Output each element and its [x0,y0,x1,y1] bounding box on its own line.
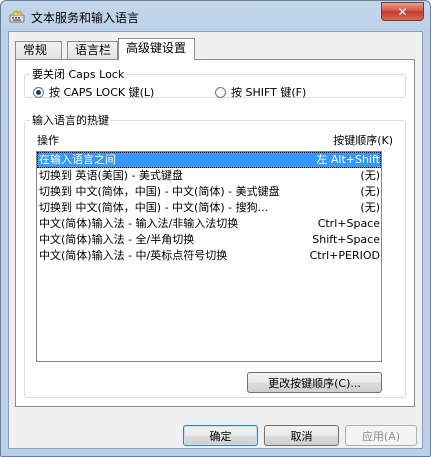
key-sequence-column-header: 按键顺序(K) [333,134,393,147]
list-item[interactable]: 切换到 英语(美国) - 美式键盘 (无) [37,168,381,184]
list-item[interactable]: 切换到 中文(简体，中国) - 中文(简体) - 搜狗... (无) [37,200,381,216]
dialog-window: 文本服务和输入语言 ✕ 常规 语言栏 高级键设置 要关闭 Caps Lock 按… [0,0,431,457]
tab-advanced-key-settings[interactable]: 高级键设置 [118,38,195,60]
action-column-header: 操作 [37,134,59,147]
tab-general[interactable]: 常规 [15,41,62,59]
dialog-client-area: 常规 语言栏 高级键设置 要关闭 Caps Lock 按 CAPS LOCK 键… [8,31,423,449]
window-title: 文本服务和输入语言 [31,11,140,25]
change-key-sequence-button[interactable]: 更改按键顺序(C)... [247,372,382,393]
shift-key-option[interactable]: 按 SHIFT 键(F) [215,84,306,100]
close-button[interactable]: ✕ [381,2,424,21]
close-icon: ✕ [397,4,408,19]
caps-lock-key-option[interactable]: 按 CAPS LOCK 键(L) [33,84,154,100]
radio-unchecked-icon[interactable] [215,86,226,98]
shift-key-label: 按 SHIFT 键(F) [231,86,307,99]
list-item[interactable]: 在输入语言之间 左 Alt+Shift [37,152,381,168]
title-bar[interactable]: 文本服务和输入语言 ✕ [1,1,430,31]
hotkeys-column-headers: 操作 按键顺序(K) [37,132,393,147]
caps-lock-key-label: 按 CAPS LOCK 键(L) [49,86,155,99]
radio-checked-icon[interactable] [33,86,44,98]
tab-language-bar[interactable]: 语言栏 [67,41,118,59]
list-item[interactable]: 切换到 中文(简体，中国) - 中文(简体) - 美式键盘 (无) [37,184,381,200]
cancel-button[interactable]: 取消 [264,425,339,446]
hotkeys-legend: 输入语言的热键 [32,114,109,127]
ok-button[interactable]: 确定 [183,425,258,446]
apply-button[interactable]: 应用(A) [345,425,417,446]
caps-lock-legend: 要关闭 Caps Lock [32,68,125,81]
keyboard-app-icon [9,10,25,23]
list-item[interactable]: 中文(简体)输入法 - 全/半角切换 Shift+Space [37,232,381,248]
hotkeys-group: 输入语言的热键 操作 按键顺序(K) 在输入语言之间 左 Alt+Shift 切… [24,112,406,398]
hotkeys-list[interactable]: 在输入语言之间 左 Alt+Shift 切换到 英语(美国) - 美式键盘 (无… [36,151,382,362]
caps-lock-group: 要关闭 Caps Lock 按 CAPS LOCK 键(L) 按 SHIFT 键… [24,66,406,100]
list-item[interactable]: 中文(简体)输入法 - 中/英标点符号切换 Ctrl+PERIOD [37,248,381,264]
list-item[interactable]: 中文(简体)输入法 - 输入法/非输入法切换 Ctrl+Space [37,216,381,232]
advanced-key-settings-panel: 要关闭 Caps Lock 按 CAPS LOCK 键(L) 按 SHIFT 键… [15,59,415,407]
